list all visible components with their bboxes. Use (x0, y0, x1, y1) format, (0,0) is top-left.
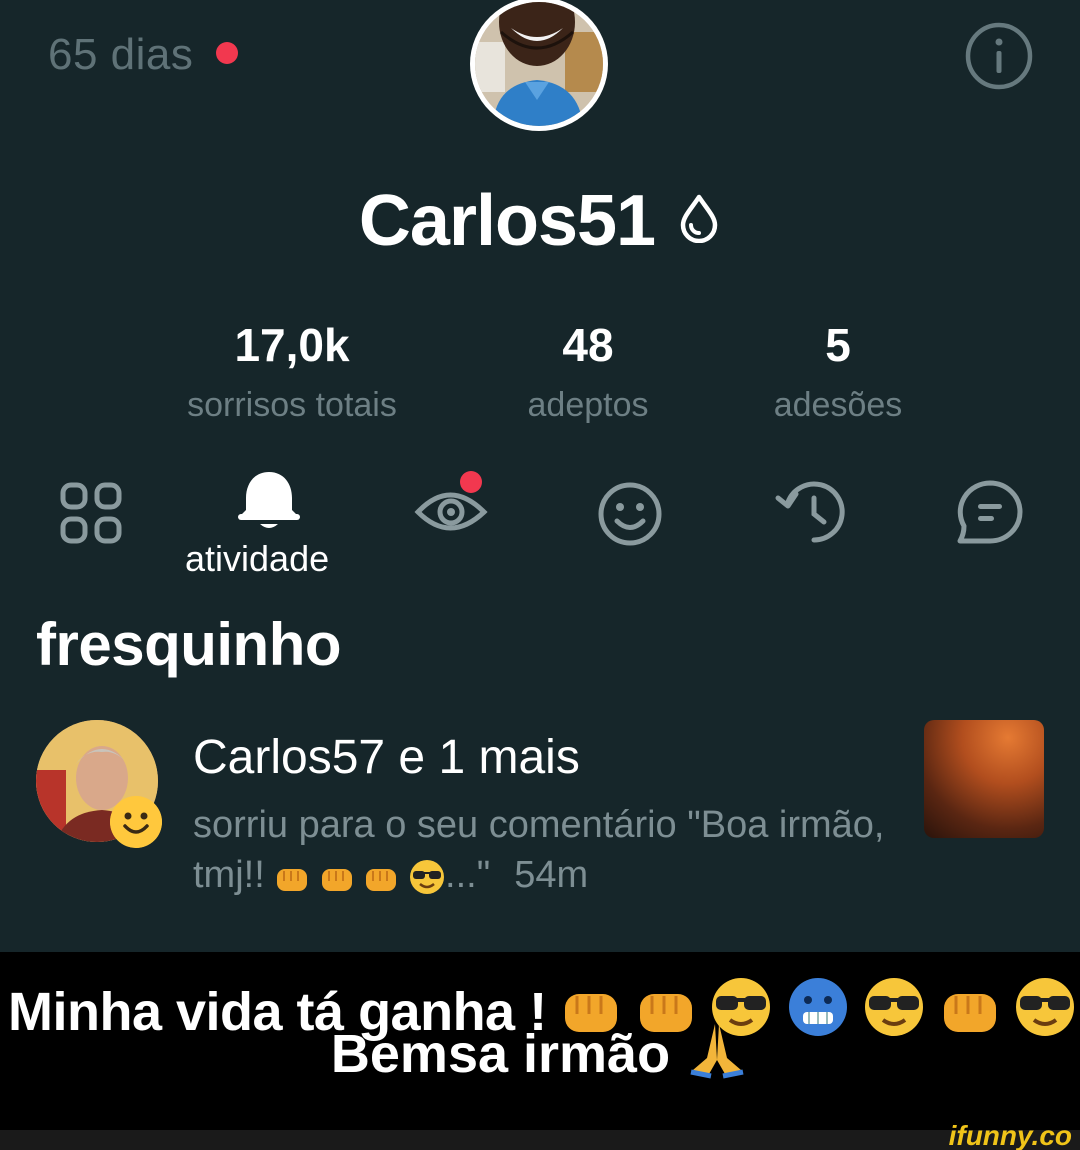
streak-dot-indicator (216, 42, 238, 64)
username: Carlos51 (358, 181, 656, 261)
stat-smiles[interactable]: 17,0k sorrisos totais (132, 318, 452, 425)
watermark-logo: ifunny.co (948, 1120, 1072, 1150)
stat-label: sorrisos totais (187, 386, 397, 424)
history-icon[interactable] (774, 478, 848, 548)
notification-thumbnail[interactable] (924, 720, 1044, 838)
fist-emoji-icon (277, 869, 308, 891)
caption-text-2: Bemsa irmão (330, 1024, 671, 1084)
eye-icon[interactable] (414, 466, 490, 542)
section-title: fresquinho (36, 611, 342, 678)
avatar-photo (475, 2, 603, 126)
stat-value: 17,0k (234, 319, 350, 371)
notification-body-end: ..." (445, 854, 491, 896)
sunglasses-emoji-icon (410, 860, 445, 894)
smile-badge-icon (110, 796, 162, 848)
notification-actor[interactable]: Carlos57 e 1 mais (193, 730, 580, 785)
smiley-icon[interactable] (596, 480, 664, 548)
caption-line-2: Bemsa irmão (0, 1020, 1080, 1085)
water-drop-icon (680, 194, 718, 243)
streak-counter: 65 dias (48, 30, 194, 79)
stat-value: 5 (825, 319, 851, 371)
username-row: Carlos51 (0, 180, 1080, 262)
notification-time: 54m (514, 854, 589, 896)
notification-dot (460, 471, 482, 493)
grid-icon[interactable] (58, 480, 124, 546)
chat-icon[interactable] (954, 478, 1026, 548)
profile-screen: 65 dias Carlos51 17,0k sorrisos totais 4… (0, 0, 1080, 952)
stat-following[interactable]: 5 adesões (678, 318, 998, 425)
fist-emoji-icon (321, 869, 352, 891)
info-icon[interactable] (964, 21, 1034, 91)
fist-emoji-icon (366, 869, 397, 891)
profile-avatar[interactable] (470, 0, 608, 131)
tab-activity-label[interactable]: atividade (185, 538, 329, 580)
bell-icon[interactable] (236, 470, 302, 534)
footer-bar (0, 1130, 1080, 1150)
stat-label: adesões (773, 386, 903, 424)
folded-hands-emoji-icon (690, 1024, 744, 1079)
notification-text: sorriu para o seu comentário "Boa irmão,… (193, 800, 893, 900)
